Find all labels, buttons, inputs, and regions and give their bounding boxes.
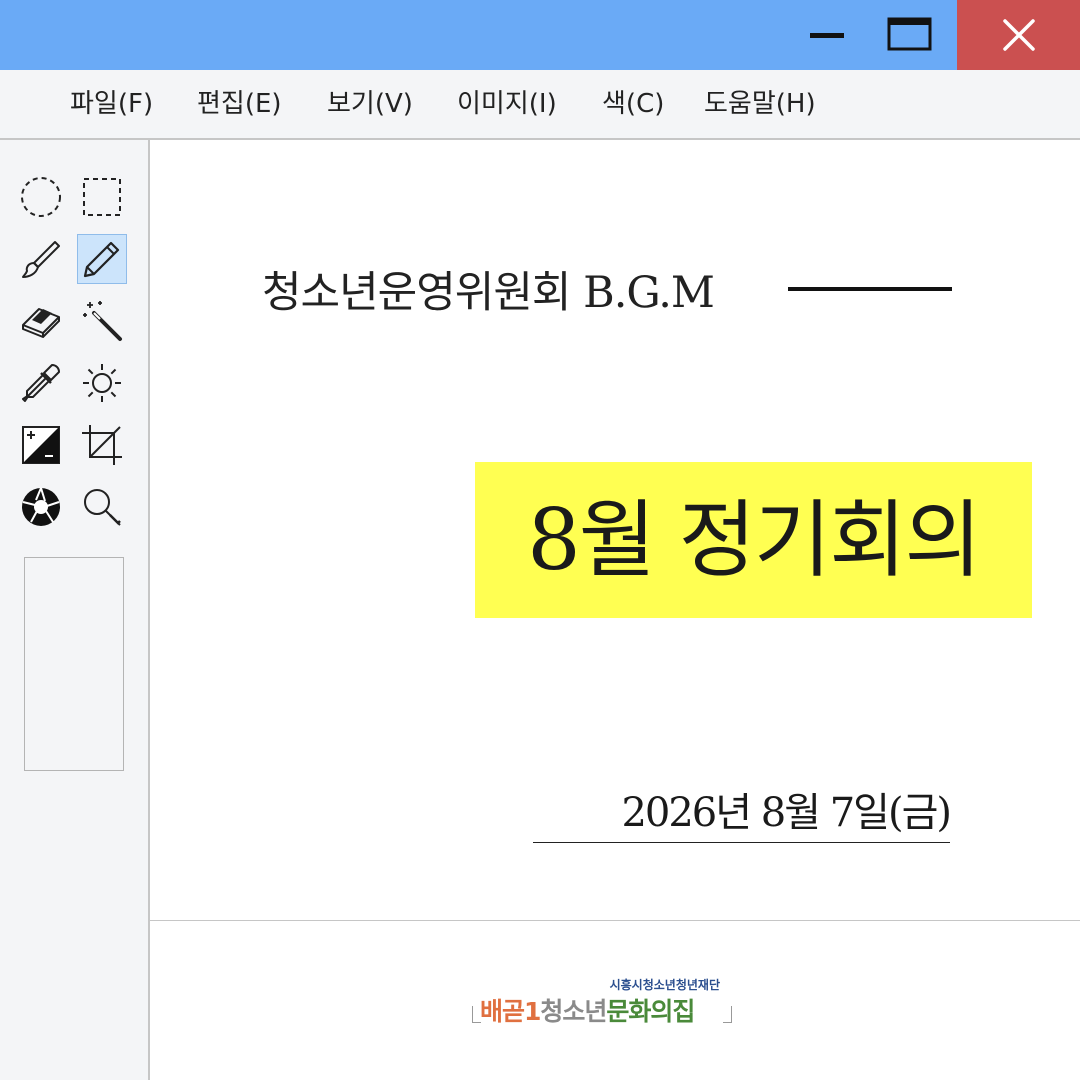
pencil-tool[interactable] <box>77 234 127 284</box>
menu-help[interactable]: 도움말(H) <box>704 70 816 138</box>
brush-icon <box>22 241 60 278</box>
eyedropper-icon <box>22 364 60 402</box>
meeting-title: 8월 정기회의 <box>527 491 982 589</box>
crop-tool[interactable] <box>77 420 127 470</box>
eraser-tool[interactable] <box>16 296 66 346</box>
magic-wand-tool[interactable] <box>77 296 127 346</box>
color-swatch[interactable] <box>24 557 124 771</box>
ellipse-select-icon <box>21 177 61 217</box>
rect-select-tool[interactable] <box>77 172 127 222</box>
logo-part-2: 청소년 <box>540 997 607 1026</box>
rect-select-icon <box>83 178 121 216</box>
menu-bar: 파일(F) 편집(E) 보기(V) 이미지(I) 색(C) 도움말(H) <box>0 70 1080 140</box>
menu-image[interactable]: 이미지(I) <box>457 70 557 138</box>
title-bar <box>0 0 1080 70</box>
brightness-icon <box>83 364 121 402</box>
menu-color[interactable]: 색(C) <box>602 70 664 138</box>
logo-text: 배곧1청소년문화의집 <box>480 992 695 1028</box>
close-icon <box>1002 19 1035 51</box>
ellipse-select-tool[interactable] <box>16 172 66 222</box>
aperture-tool[interactable] <box>16 482 66 532</box>
logo-bracket-right <box>723 1006 732 1023</box>
eyedropper-tool[interactable] <box>16 358 66 408</box>
brightness-tool[interactable] <box>77 358 127 408</box>
aperture-icon <box>22 487 60 526</box>
org-name: 시흥시청소년청년재단 <box>609 978 720 992</box>
eraser-icon <box>22 308 60 338</box>
date-underline <box>533 842 950 843</box>
subtitle-rule <box>788 287 952 291</box>
drawing-canvas[interactable]: 청소년운영위원회 B.G.M 8월 정기회의 2026년 8월 7일(금) <box>150 140 1080 921</box>
committee-subtitle: 청소년운영위원회 B.G.M <box>262 268 715 318</box>
minimize-icon <box>810 33 844 38</box>
contrast-icon <box>22 426 60 464</box>
menu-edit[interactable]: 편집(E) <box>197 70 282 138</box>
logo-part-1: 배곧1 <box>480 997 541 1026</box>
menu-view[interactable]: 보기(V) <box>327 70 413 138</box>
close-button[interactable] <box>957 0 1080 70</box>
maximize-icon <box>887 17 932 51</box>
crop-icon <box>82 425 122 465</box>
zoom-tool[interactable] <box>77 482 127 532</box>
logo-part-3: 문화의집 <box>606 997 695 1026</box>
zoom-icon <box>84 489 121 526</box>
footer: 시흥시청소년청년재단 배곧1청소년문화의집 <box>150 921 1080 1080</box>
menu-file[interactable]: 파일(F) <box>70 70 153 138</box>
magic-wand-icon <box>83 301 122 341</box>
meeting-date: 2026년 8월 7일(금) <box>621 790 952 836</box>
minimize-button[interactable] <box>790 0 866 70</box>
org-logo: 시흥시청소년청년재단 배곧1청소년문화의집 <box>472 976 738 1031</box>
pencil-icon <box>83 241 120 278</box>
maximize-button[interactable] <box>872 0 948 70</box>
tool-panel <box>0 140 150 1080</box>
brush-tool[interactable] <box>16 234 66 284</box>
contrast-tool[interactable] <box>16 420 66 470</box>
